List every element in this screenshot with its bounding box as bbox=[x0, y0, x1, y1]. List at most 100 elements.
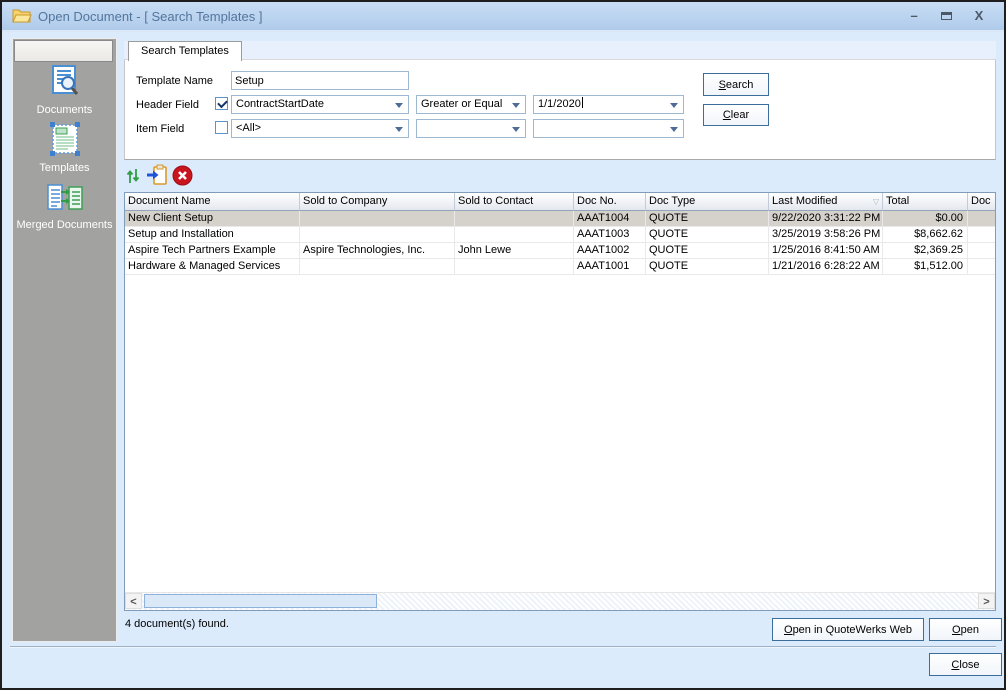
clear-button[interactable]: Clear bbox=[703, 104, 769, 126]
table-cell: AAAT1002 bbox=[574, 243, 646, 258]
sidebar-item-label: Merged Documents bbox=[16, 219, 113, 231]
table-row[interactable]: New Client Setup AAAT1004 QUOTE 9/22/2020 3… bbox=[125, 211, 995, 227]
header-cell[interactable]: Doc Type bbox=[646, 193, 769, 211]
import-document-icon[interactable] bbox=[145, 164, 169, 188]
tab-bar: Search Templates bbox=[124, 41, 996, 61]
template-name-label: Template Name bbox=[136, 75, 214, 87]
table-cell: 1/21/2016 6:28:22 AM bbox=[769, 259, 883, 274]
header-cell[interactable]: Doc No. bbox=[574, 193, 646, 211]
table-cell: $0.00 bbox=[883, 211, 968, 226]
table-cell: New Client Setup bbox=[125, 211, 300, 226]
merged-documents-icon bbox=[46, 184, 83, 210]
table-cell: AAAT1004 bbox=[574, 211, 646, 226]
table-row[interactable]: Hardware & Managed Services AAAT1001 QUOTE… bbox=[125, 259, 995, 275]
maximize-button[interactable] bbox=[938, 7, 956, 25]
item-field-checkbox[interactable] bbox=[215, 121, 228, 134]
minimize-button[interactable]: – bbox=[905, 7, 923, 25]
scroll-right-button[interactable]: > bbox=[978, 593, 995, 609]
table-row[interactable]: Aspire Tech Partners Example Aspire Techn… bbox=[125, 243, 995, 259]
header-cell[interactable]: Doc bbox=[968, 193, 995, 211]
table-cell: 1/25/2016 8:41:50 AM bbox=[769, 243, 883, 258]
item-field-label: Item Field bbox=[136, 123, 185, 135]
chevron-down-icon bbox=[670, 103, 678, 108]
search-button[interactable]: Search bbox=[703, 73, 769, 96]
grid-header: Document Name Sold to Company Sold to Cont… bbox=[125, 193, 995, 211]
header-cell[interactable]: Sold to Contact bbox=[455, 193, 574, 211]
table-cell: $2,369.25 bbox=[883, 243, 968, 258]
chevron-down-icon bbox=[512, 127, 520, 132]
table-cell bbox=[968, 227, 995, 242]
table-cell: $1,512.00 bbox=[883, 259, 968, 274]
table-cell: QUOTE bbox=[646, 211, 769, 226]
header-operator-value: Greater or Equal bbox=[421, 98, 503, 110]
search-form-panel: Template Name Header Field ContractStart… bbox=[124, 59, 996, 160]
window-controls: – X bbox=[895, 7, 988, 25]
item-operator-combo[interactable] bbox=[416, 119, 526, 138]
scroll-left-button[interactable]: < bbox=[125, 593, 142, 609]
delete-icon[interactable] bbox=[171, 165, 193, 187]
table-cell: 9/22/2020 3:31:22 PM bbox=[769, 211, 883, 226]
template-name-input[interactable] bbox=[231, 71, 409, 90]
table-cell: Setup and Installation bbox=[125, 227, 300, 242]
chevron-down-icon bbox=[670, 127, 678, 132]
document-search-icon bbox=[51, 65, 78, 95]
open-document-window: Open Document - [ Search Templates ] – X… bbox=[0, 0, 1006, 690]
header-cell[interactable]: Last Modified ▽ bbox=[769, 193, 883, 211]
item-criteria-combo[interactable] bbox=[533, 119, 684, 138]
item-field-value: <All> bbox=[236, 122, 262, 134]
window-title: Open Document - [ Search Templates ] bbox=[38, 9, 263, 24]
sidebar-item-documents[interactable]: Documents bbox=[13, 65, 116, 117]
table-cell: AAAT1001 bbox=[574, 259, 646, 274]
table-row[interactable]: Setup and Installation AAAT1003 QUOTE 3/25/… bbox=[125, 227, 995, 243]
table-cell bbox=[300, 259, 455, 274]
maximize-icon bbox=[941, 12, 953, 20]
close-button[interactable]: Close bbox=[929, 653, 1002, 676]
close-window-button[interactable]: X bbox=[970, 7, 988, 25]
table-cell bbox=[455, 211, 574, 226]
header-operator-combo[interactable]: Greater or Equal bbox=[416, 95, 526, 114]
chevron-down-icon bbox=[512, 103, 520, 108]
chevron-down-icon bbox=[395, 127, 403, 132]
sidebar-item-templates[interactable]: Templates bbox=[13, 122, 116, 175]
header-criteria-combo[interactable]: 1/1/2020 bbox=[533, 95, 684, 114]
table-cell: Aspire Tech Partners Example bbox=[125, 243, 300, 258]
tab-search-templates[interactable]: Search Templates bbox=[128, 41, 242, 61]
table-cell bbox=[968, 259, 995, 274]
header-field-label: Header Field bbox=[136, 99, 199, 111]
table-cell bbox=[300, 211, 455, 226]
titlebar[interactable]: Open Document - [ Search Templates ] – X bbox=[2, 2, 1004, 32]
table-cell: Hardware & Managed Services bbox=[125, 259, 300, 274]
table-cell bbox=[455, 227, 574, 242]
template-document-icon bbox=[49, 122, 80, 156]
header-criteria-value: 1/1/2020 bbox=[538, 98, 581, 110]
table-cell: John Lewe bbox=[455, 243, 574, 258]
table-cell: Aspire Technologies, Inc. bbox=[300, 243, 455, 258]
sort-descending-icon: ▽ bbox=[872, 197, 879, 206]
sidebar: Documents Templates Merged Documents bbox=[12, 38, 117, 642]
table-cell bbox=[300, 227, 455, 242]
grid-body: New Client Setup AAAT1004 QUOTE 9/22/2020 3… bbox=[125, 211, 995, 593]
folder-icon bbox=[12, 7, 32, 29]
table-cell: 3/25/2019 3:58:26 PM bbox=[769, 227, 883, 242]
sidebar-header bbox=[14, 40, 113, 62]
open-button[interactable]: Open bbox=[929, 618, 1002, 641]
table-cell: QUOTE bbox=[646, 243, 769, 258]
header-field-combo[interactable]: ContractStartDate bbox=[231, 95, 409, 114]
table-cell: AAAT1003 bbox=[574, 227, 646, 242]
sidebar-item-label: Templates bbox=[39, 162, 90, 174]
item-field-combo[interactable]: <All> bbox=[231, 119, 409, 138]
status-text: 4 document(s) found. bbox=[125, 618, 229, 630]
refresh-icon[interactable] bbox=[125, 168, 141, 186]
text-cursor bbox=[581, 97, 583, 108]
open-in-quotewerks-web-button[interactable]: Open in QuoteWerks Web bbox=[772, 618, 924, 641]
table-cell bbox=[455, 259, 574, 274]
horizontal-scrollbar[interactable]: < > bbox=[125, 592, 995, 610]
header-cell[interactable]: Document Name bbox=[125, 193, 300, 211]
sidebar-item-merged-documents[interactable]: Merged Documents bbox=[13, 182, 116, 232]
header-field-checkbox[interactable] bbox=[215, 97, 228, 110]
documents-grid: Document Name Sold to Company Sold to Cont… bbox=[124, 192, 996, 611]
scrollbar-thumb[interactable] bbox=[144, 594, 377, 608]
chevron-down-icon bbox=[395, 103, 403, 108]
header-cell[interactable]: Total bbox=[883, 193, 968, 211]
header-cell[interactable]: Sold to Company bbox=[300, 193, 455, 211]
